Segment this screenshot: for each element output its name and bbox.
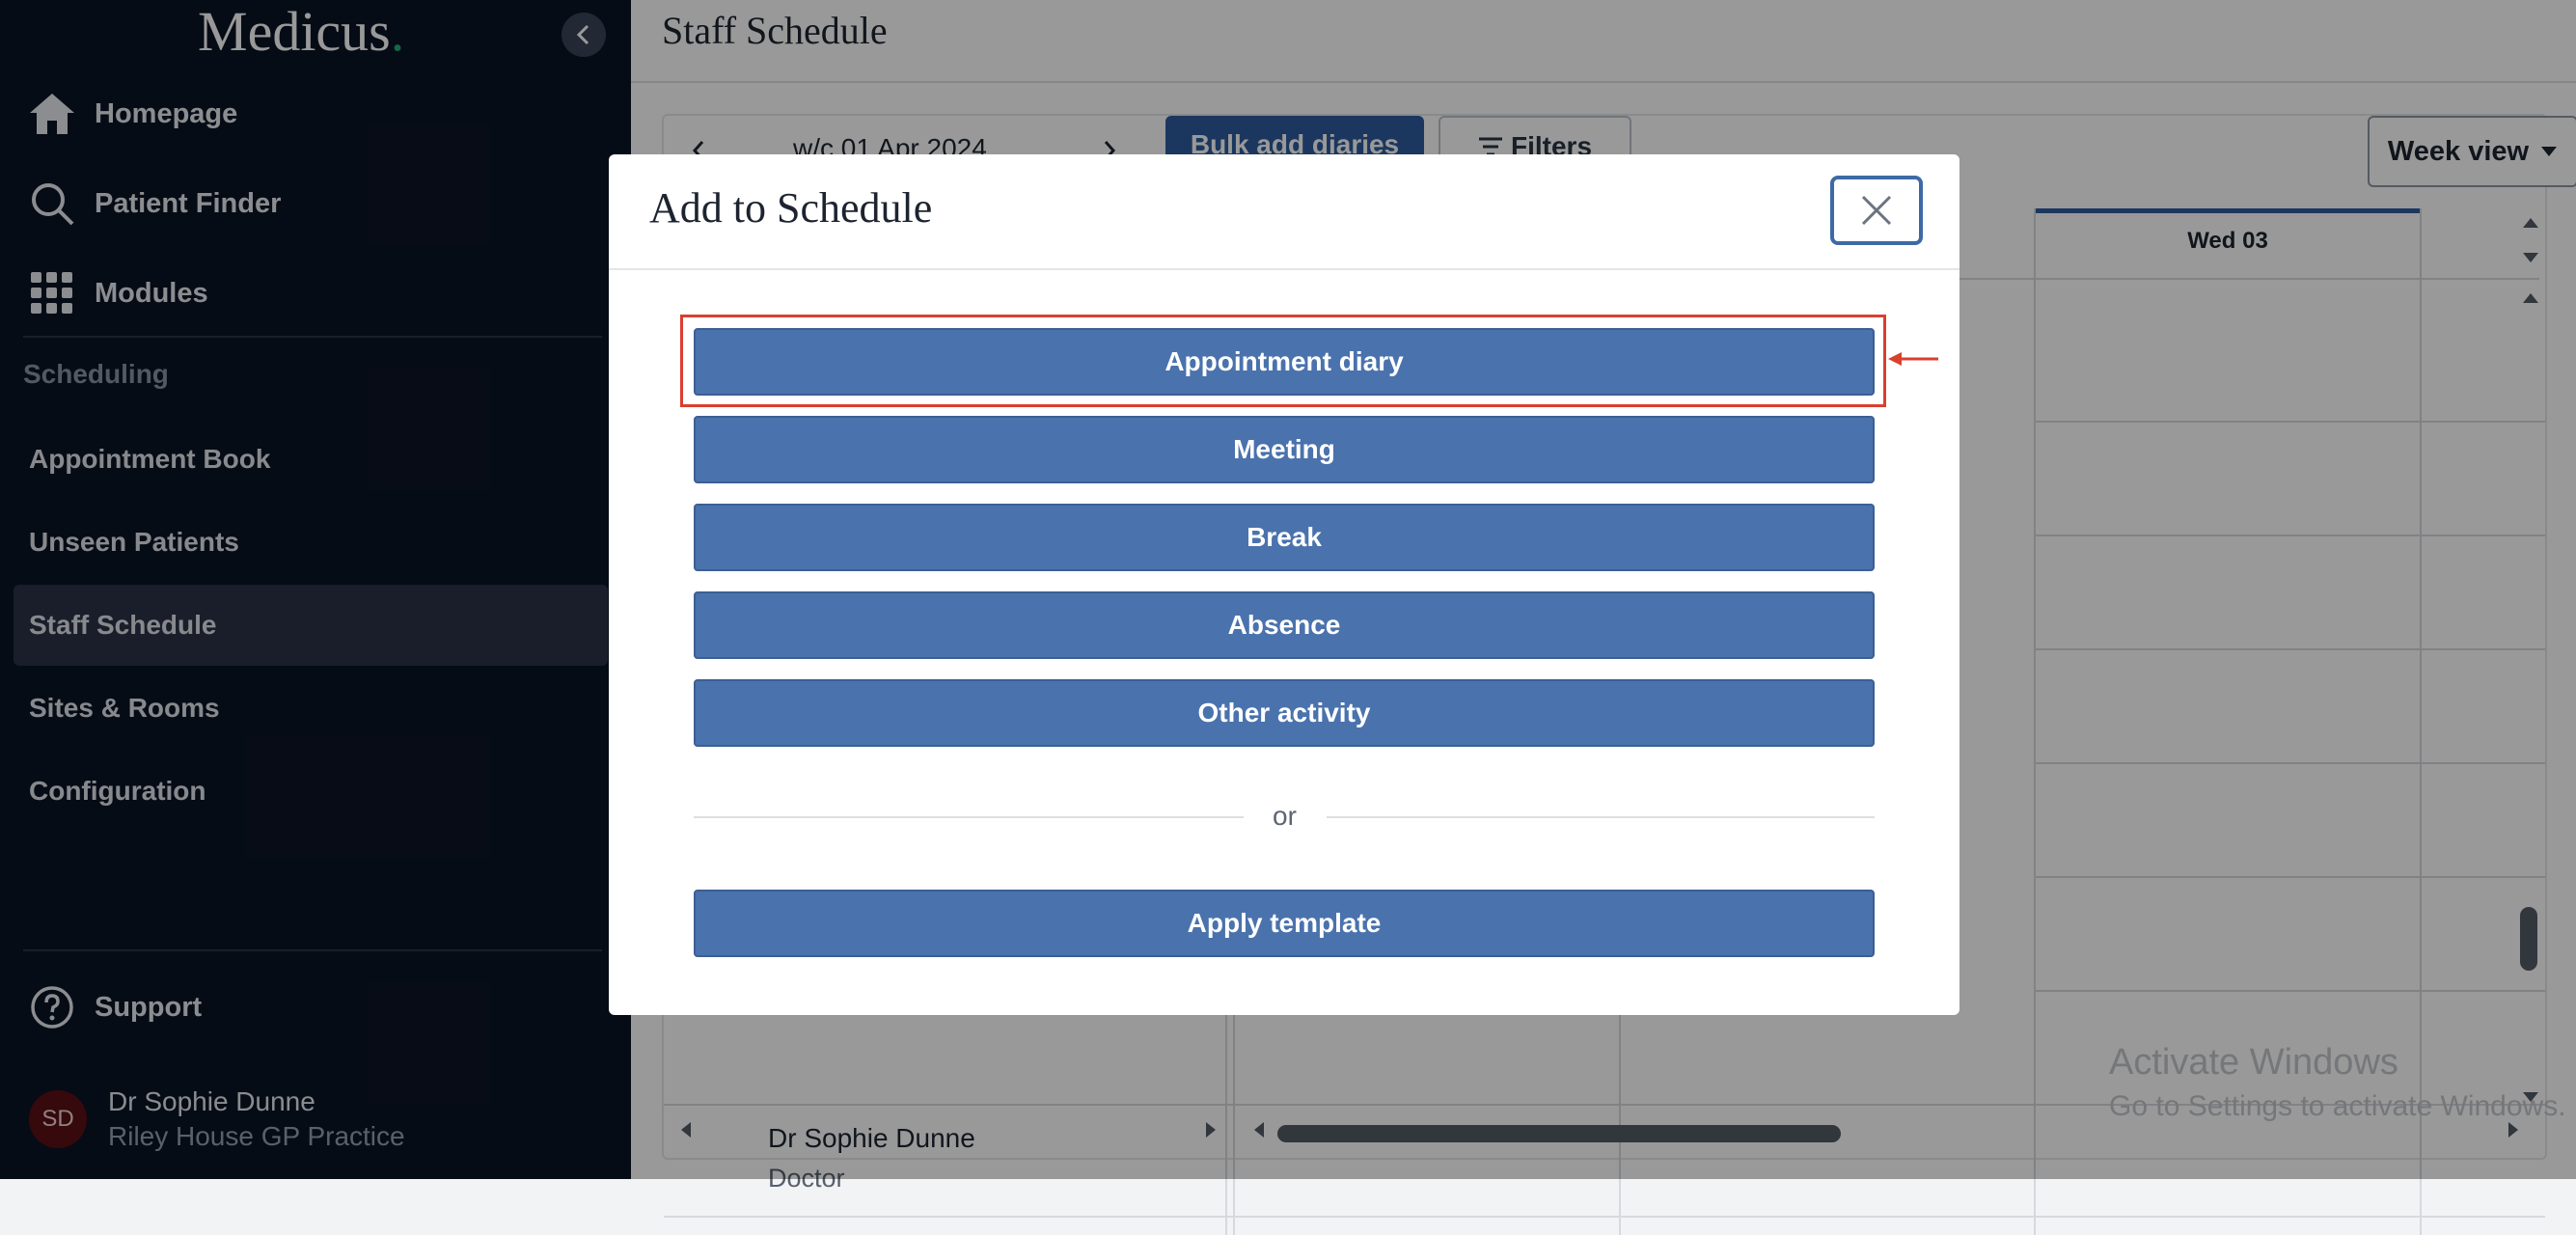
- meeting-button[interactable]: Meeting: [694, 416, 1875, 483]
- appointment-diary-button[interactable]: Appointment diary: [694, 328, 1875, 396]
- grid-divider: [664, 1216, 2545, 1218]
- close-icon: [1861, 195, 1892, 226]
- dialog-title: Add to Schedule: [649, 184, 933, 232]
- divider-left: [694, 816, 1244, 818]
- divider-right: [1327, 816, 1875, 818]
- add-to-schedule-dialog: Add to Schedule Appointment diary Meetin…: [609, 154, 1959, 1015]
- close-button[interactable]: [1830, 176, 1923, 245]
- or-divider-label: or: [1273, 801, 1297, 831]
- dialog-header-divider: [609, 268, 1959, 270]
- other-activity-button[interactable]: Other activity: [694, 679, 1875, 747]
- absence-button[interactable]: Absence: [694, 591, 1875, 659]
- arrow-left-icon: [1888, 352, 1938, 366]
- break-button[interactable]: Break: [694, 504, 1875, 571]
- apply-template-button[interactable]: Apply template: [694, 890, 1875, 957]
